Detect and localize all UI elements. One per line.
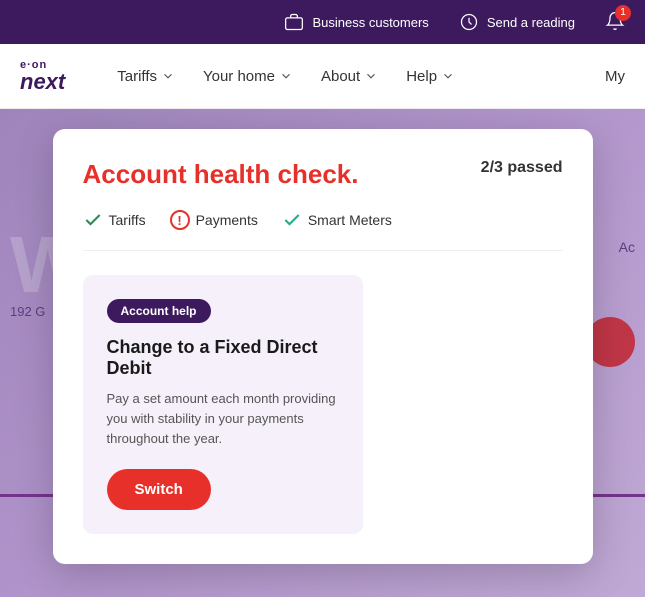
passed-badge: 2/3 passed bbox=[481, 159, 563, 177]
help-chevron-icon bbox=[441, 69, 455, 83]
about-label: About bbox=[321, 68, 360, 85]
check-payments-icon: ! bbox=[170, 210, 190, 230]
account-health-modal: Account health check. 2/3 passed Tariffs… bbox=[53, 129, 593, 564]
logo[interactable]: e·on next bbox=[20, 59, 65, 93]
nav-help[interactable]: Help bbox=[394, 60, 467, 93]
send-reading-label: Send a reading bbox=[487, 15, 575, 30]
check-smart-meters: Smart Meters bbox=[282, 210, 392, 230]
nav-your-home[interactable]: Your home bbox=[191, 60, 305, 93]
card-description: Pay a set amount each month providing yo… bbox=[107, 389, 339, 449]
briefcase-icon bbox=[284, 12, 304, 32]
my-account-link[interactable]: My bbox=[605, 68, 625, 85]
notifications-button[interactable]: 1 bbox=[605, 11, 625, 34]
check-smart-meters-label: Smart Meters bbox=[308, 212, 392, 228]
tariffs-label: Tariffs bbox=[117, 68, 157, 85]
switch-button[interactable]: Switch bbox=[107, 469, 211, 510]
modal-header: Account health check. 2/3 passed bbox=[83, 159, 563, 190]
notification-count: 1 bbox=[615, 5, 631, 21]
your-home-chevron-icon bbox=[279, 69, 293, 83]
card-title: Change to a Fixed Direct Debit bbox=[107, 337, 339, 379]
check-payments: ! Payments bbox=[170, 210, 258, 230]
modal-checks: Tariffs ! Payments Smart Meters bbox=[83, 210, 563, 251]
check-payments-label: Payments bbox=[196, 212, 258, 228]
card-tag: Account help bbox=[107, 299, 211, 323]
check-tariffs-label: Tariffs bbox=[109, 212, 146, 228]
modal-title: Account health check. bbox=[83, 159, 359, 190]
my-account-label: My bbox=[605, 68, 625, 85]
nav-bar: e·on next Tariffs Your home About Help bbox=[0, 44, 645, 109]
check-smart-meters-icon bbox=[282, 210, 302, 230]
help-label: Help bbox=[406, 68, 437, 85]
meter-icon bbox=[459, 12, 479, 32]
modal-overlay: Account health check. 2/3 passed Tariffs… bbox=[0, 109, 645, 597]
about-chevron-icon bbox=[364, 69, 378, 83]
check-tariffs: Tariffs bbox=[83, 210, 146, 230]
top-bar: Business customers Send a reading 1 bbox=[0, 0, 645, 44]
nav-about[interactable]: About bbox=[309, 60, 390, 93]
tariffs-chevron-icon bbox=[161, 69, 175, 83]
business-customers-link[interactable]: Business customers bbox=[284, 12, 428, 32]
logo-next-text: next bbox=[20, 71, 65, 93]
business-customers-label: Business customers bbox=[312, 15, 428, 30]
account-help-card: Account help Change to a Fixed Direct De… bbox=[83, 275, 363, 534]
send-reading-link[interactable]: Send a reading bbox=[459, 12, 575, 32]
check-tariffs-icon bbox=[83, 210, 103, 230]
nav-tariffs[interactable]: Tariffs bbox=[105, 60, 187, 93]
your-home-label: Your home bbox=[203, 68, 275, 85]
nav-items: Tariffs Your home About Help bbox=[105, 60, 605, 93]
